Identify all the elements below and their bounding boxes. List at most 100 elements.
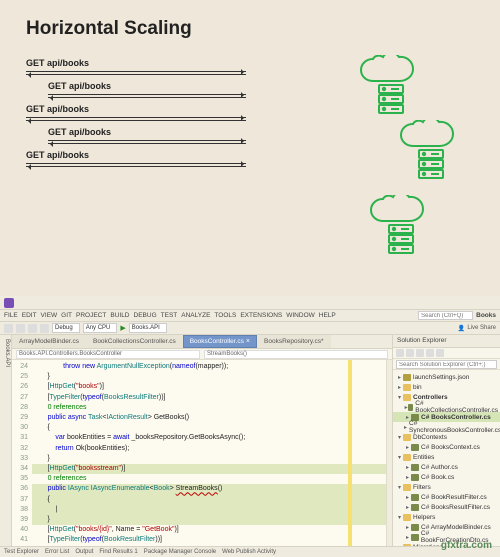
search-input[interactable] <box>418 311 473 320</box>
editor-tab[interactable]: BooksRepository.cs* <box>257 335 331 348</box>
refresh-icon[interactable] <box>406 349 414 357</box>
file-icon <box>411 464 419 471</box>
tree-node[interactable]: ▸C# BookResultFilter.cs <box>393 492 500 502</box>
cloud-server-icon <box>365 195 437 259</box>
home-icon[interactable] <box>396 349 404 357</box>
server-icons <box>290 55 475 280</box>
save-icon[interactable] <box>28 324 37 333</box>
minimap-scrollbar[interactable] <box>386 360 392 546</box>
arrow-left-icon <box>48 97 246 98</box>
solution-name: Books <box>476 312 496 319</box>
nav-back-icon[interactable] <box>4 324 13 333</box>
chevron-icon[interactable]: ▸ <box>404 504 411 511</box>
file-icon <box>403 454 411 461</box>
code-editor[interactable]: 24 25 26 27 28 29 30 31 32 33 34 35 36 3… <box>12 360 392 546</box>
request-list: GET api/booksGET api/booksGET api/booksG… <box>26 58 246 167</box>
props-icon[interactable] <box>436 349 444 357</box>
file-icon <box>411 524 419 531</box>
explorer-toolbar <box>393 348 500 359</box>
menu-test[interactable]: TEST <box>161 312 178 319</box>
menu-debug[interactable]: DEBUG <box>134 312 157 319</box>
chevron-icon[interactable]: ▸ <box>404 494 411 501</box>
platform-dropdown[interactable]: Any CPU <box>83 323 118 333</box>
chevron-icon[interactable]: ▾ <box>396 434 403 441</box>
tree-node[interactable]: ▸bin <box>393 382 500 392</box>
collapse-icon[interactable] <box>416 349 424 357</box>
chevron-icon[interactable]: ▾ <box>396 514 403 521</box>
tree-node[interactable]: ▸C# Author.cs <box>393 462 500 472</box>
chevron-icon[interactable]: ▸ <box>404 464 411 471</box>
editor-tab[interactable]: BooksController.cs× <box>183 335 257 348</box>
status-item[interactable]: Test Explorer <box>4 549 39 555</box>
solution-tree[interactable]: ▸launchSettings.json▸bin▾Controllers▸C# … <box>393 370 500 546</box>
live-share-button[interactable]: 👤 Live Share <box>458 325 496 332</box>
arrow-left-icon <box>26 166 246 167</box>
slide-title: Horizontal Scaling <box>26 18 474 40</box>
tree-node[interactable]: ▸C# BookCollectionsController.cs <box>393 402 500 412</box>
menu-build[interactable]: BUILD <box>110 312 129 319</box>
file-icon <box>403 384 411 391</box>
change-indicator <box>348 360 352 546</box>
status-item[interactable]: Package Manager Console <box>144 549 216 555</box>
chevron-icon[interactable]: ▸ <box>404 424 407 431</box>
file-icon <box>403 484 411 491</box>
config-dropdown[interactable]: Debug <box>52 323 80 333</box>
save-all-icon[interactable] <box>40 324 49 333</box>
tree-node[interactable]: ▸launchSettings.json <box>393 372 500 382</box>
status-item[interactable]: Error List <box>45 549 69 555</box>
chevron-icon[interactable]: ▸ <box>404 474 411 481</box>
tree-node[interactable]: ▸C# Book.cs <box>393 472 500 482</box>
arrow-left-icon <box>48 143 246 144</box>
crumb-namespace[interactable]: Books.API.Controllers.BooksController <box>16 350 200 359</box>
menu-git[interactable]: GIT <box>61 312 72 319</box>
chevron-icon[interactable]: ▸ <box>396 374 403 381</box>
chevron-icon[interactable]: ▸ <box>404 534 411 541</box>
sync-icon[interactable] <box>426 349 434 357</box>
request-label: GET api/books <box>26 58 246 68</box>
chevron-icon[interactable]: ▾ <box>396 454 403 461</box>
chevron-icon[interactable]: ▸ <box>404 524 411 531</box>
menu-extensions[interactable]: EXTENSIONS <box>240 312 282 319</box>
tree-node[interactable]: ▾Filters <box>393 482 500 492</box>
menu-help[interactable]: HELP <box>319 312 336 319</box>
chevron-icon[interactable]: ▾ <box>396 394 403 401</box>
watermark-text: gfxtra.com <box>441 540 492 551</box>
arrow-right-icon <box>26 71 246 72</box>
nav-fwd-icon[interactable] <box>16 324 25 333</box>
menu-edit[interactable]: EDIT <box>22 312 37 319</box>
ide-main: Books.API ArrayModelBinder.csBookCollect… <box>0 335 500 546</box>
explorer-search-input[interactable] <box>396 360 497 369</box>
tree-node[interactable]: ▾Helpers <box>393 512 500 522</box>
tree-node[interactable]: ▸C# SynchronousBooksController.cs <box>393 422 500 432</box>
file-icon <box>411 444 419 451</box>
tree-node[interactable]: ▸C# BooksResultFilter.cs <box>393 502 500 512</box>
request-label: GET api/books <box>48 81 246 91</box>
code-area[interactable]: throw new ArgumentNullException(nameof(m… <box>32 360 386 546</box>
editor-tab[interactable]: BookCollectionsController.cs <box>86 335 183 348</box>
close-icon[interactable]: × <box>246 338 250 345</box>
chevron-icon[interactable]: ▸ <box>396 384 403 391</box>
editor-tab[interactable]: ArrayModelBinder.cs <box>12 335 86 348</box>
menu-view[interactable]: VIEW <box>41 312 58 319</box>
menu-file[interactable]: FILE <box>4 312 18 319</box>
vertical-tab[interactable]: Books.API <box>0 335 12 546</box>
status-item[interactable]: Find Results 1 <box>99 549 137 555</box>
crumb-member[interactable]: StreamBooks() <box>204 350 388 359</box>
play-icon[interactable]: ▶ <box>120 324 125 332</box>
solution-explorer: Solution Explorer ▸launchSettings.json▸b… <box>392 335 500 546</box>
chevron-icon[interactable]: ▸ <box>404 444 411 451</box>
request-label: GET api/books <box>26 104 246 114</box>
status-item[interactable]: Output <box>75 549 93 555</box>
status-item[interactable]: Web Publish Activity <box>222 549 276 555</box>
menu-window[interactable]: WINDOW <box>286 312 315 319</box>
tree-node[interactable]: ▸C# BooksContext.cs <box>393 442 500 452</box>
menu-tools[interactable]: TOOLS <box>214 312 236 319</box>
tree-node[interactable]: ▾Entities <box>393 452 500 462</box>
chevron-icon[interactable]: ▾ <box>396 484 403 491</box>
menu-analyze[interactable]: ANALYZE <box>181 312 210 319</box>
cloud-server-icon <box>395 120 467 184</box>
run-target-dropdown[interactable]: Books.API <box>129 323 167 333</box>
file-icon <box>411 534 419 541</box>
menu-project[interactable]: PROJECT <box>76 312 106 319</box>
file-icon <box>403 514 411 521</box>
